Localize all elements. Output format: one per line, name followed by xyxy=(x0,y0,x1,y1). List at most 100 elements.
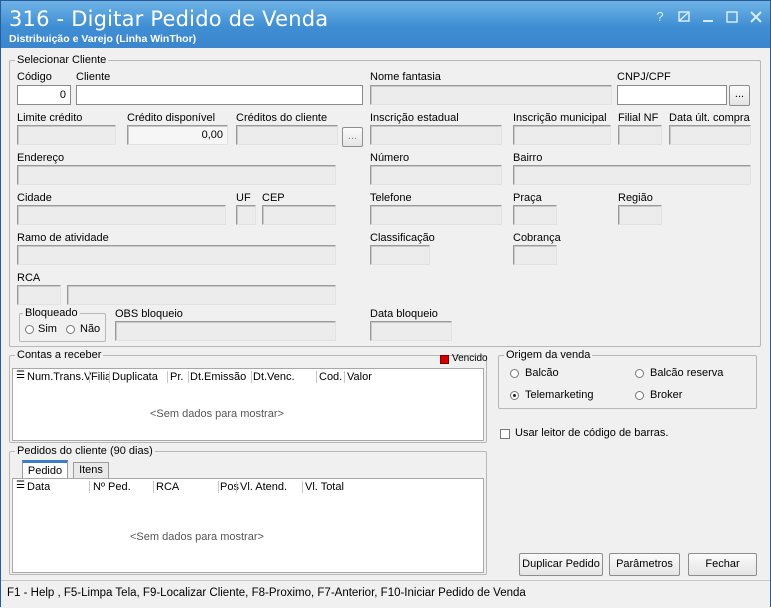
broker-radio[interactable] xyxy=(635,391,644,400)
grid-menu-icon[interactable]: ☰ xyxy=(16,480,25,491)
inscricao-estadual-label: Inscrição estadual xyxy=(370,112,459,124)
close-icon[interactable] xyxy=(748,9,764,25)
codigo-input[interactable]: 0 xyxy=(17,85,71,105)
telefone-label: Telefone xyxy=(370,192,412,204)
obs-bloqueio-label: OBS bloqueio xyxy=(115,308,183,320)
cnpj-label: CNPJ/CPF xyxy=(617,71,671,83)
creditos-cliente-field xyxy=(236,125,338,145)
regiao-field xyxy=(618,205,662,225)
cnpj-input[interactable] xyxy=(617,85,727,105)
status-bar: F1 - Help , F5-Limpa Tela, F9-Localizar … xyxy=(1,580,770,607)
col-num-ped[interactable]: Nº Ped. xyxy=(93,481,131,493)
parametros-button[interactable]: Parâmetros xyxy=(609,553,680,576)
col-vl-atend[interactable]: Vl. Atend. xyxy=(240,481,287,493)
rca-label: RCA xyxy=(17,272,41,284)
title-bar: 316 - Digitar Pedido de Venda Distribuiç… xyxy=(1,1,770,48)
fechar-button[interactable]: Fechar xyxy=(688,553,757,576)
cobranca-label: Cobrança xyxy=(513,232,561,244)
ramo-atividade-field xyxy=(17,245,336,265)
contas-grid-header: ☰ Num.Trans.V Filia Duplicata Pr. Dt.Emi… xyxy=(13,369,483,386)
window-controls: ? xyxy=(652,9,764,25)
balcao-reserva-radio[interactable] xyxy=(635,369,644,378)
cliente-input[interactable] xyxy=(76,85,363,105)
classificacao-field xyxy=(370,245,430,265)
obs-bloqueio-field xyxy=(115,321,336,341)
uf-label: UF xyxy=(236,192,251,204)
cidade-label: Cidade xyxy=(17,192,52,204)
data-bloqueio-field xyxy=(370,321,452,341)
creditos-cliente-button[interactable]: ... xyxy=(342,127,363,147)
window-subtitle: Distribuição e Varejo (Linha WinThor) xyxy=(9,33,197,45)
col-filial[interactable]: Filia xyxy=(91,371,109,383)
filial-nf-label: Filial NF xyxy=(618,112,659,124)
col-valor[interactable]: Valor xyxy=(347,371,372,383)
duplicar-pedido-button[interactable]: Duplicar Pedido xyxy=(519,553,603,576)
ramo-atividade-label: Ramo de atividade xyxy=(17,232,109,244)
bloqueado-group: Bloqueado Sim Não xyxy=(19,307,106,342)
tab-itens[interactable]: Itens xyxy=(73,462,109,478)
col-prest[interactable]: Pr. xyxy=(170,371,183,383)
data-ult-compra-label: Data últ. compra xyxy=(669,112,750,124)
regiao-label: Região xyxy=(618,192,653,204)
balcao-radio[interactable] xyxy=(510,369,519,378)
pedidos-cliente-legend: Pedidos do cliente (90 dias) xyxy=(15,445,155,457)
vencido-swatch xyxy=(440,355,449,364)
inscricao-municipal-field xyxy=(513,125,611,145)
bloqueado-legend: Bloqueado xyxy=(23,307,80,319)
col-dt-emissao[interactable]: Dt.Emissão xyxy=(190,371,246,383)
minimize-icon[interactable] xyxy=(700,9,716,25)
rca-code-field xyxy=(17,285,61,305)
cliente-label: Cliente xyxy=(76,71,111,83)
col-rca[interactable]: RCA xyxy=(156,481,179,493)
telemarketing-label: Telemarketing xyxy=(525,389,594,401)
col-num-trans[interactable]: Num.Trans.V xyxy=(27,371,91,383)
select-client-legend: Selecionar Cliente xyxy=(15,54,109,66)
nao-radio[interactable] xyxy=(66,325,75,334)
form-area: Selecionar Cliente Código 0 Cliente Nome… xyxy=(1,48,770,608)
cep-label: CEP xyxy=(262,192,285,204)
nao-label: Não xyxy=(80,323,101,335)
grid-menu-icon[interactable]: ☰ xyxy=(16,370,25,381)
restore-icon[interactable] xyxy=(676,9,692,25)
balcao-reserva-label: Balcão reserva xyxy=(650,367,724,379)
inscricao-estadual-field xyxy=(370,125,502,145)
window-title: 316 - Digitar Pedido de Venda xyxy=(9,7,329,31)
telemarketing-radio[interactable] xyxy=(510,391,519,400)
cep-field xyxy=(262,205,336,225)
cnpj-search-button[interactable]: ... xyxy=(729,85,750,106)
numero-label: Número xyxy=(370,152,410,164)
help-icon[interactable]: ? xyxy=(652,9,668,25)
endereco-field xyxy=(17,165,336,185)
rca-name-field xyxy=(67,285,336,305)
limite-credito-field xyxy=(17,125,116,145)
barcode-checkbox[interactable] xyxy=(500,429,510,439)
origem-venda-group: Origem da venda Balcão Balcão reserva Te… xyxy=(498,349,757,409)
telefone-field xyxy=(370,205,502,225)
sim-label: Sim xyxy=(38,323,57,335)
balcao-label: Balcão xyxy=(525,367,559,379)
uf-field xyxy=(236,205,256,225)
tab-pedido[interactable]: Pedido xyxy=(22,460,68,478)
numero-field xyxy=(370,165,502,185)
col-data[interactable]: Data xyxy=(27,481,50,493)
praca-field xyxy=(513,205,557,225)
pedidos-grid[interactable]: ☰ Data Nº Ped. RCA Pos Vl. Atend. Vl. To… xyxy=(12,478,484,573)
col-dt-venc[interactable]: Dt.Venc. xyxy=(253,371,295,383)
select-client-group: Selecionar Cliente Código 0 Cliente Nome… xyxy=(9,54,761,347)
inscricao-municipal-label: Inscrição municipal xyxy=(513,112,607,124)
data-ult-compra-field xyxy=(669,125,751,145)
maximize-icon[interactable] xyxy=(724,9,740,25)
contas-empty-message: <Sem dados para mostrar> xyxy=(150,408,284,420)
data-bloqueio-label: Data bloqueio xyxy=(370,308,438,320)
col-duplicata[interactable]: Duplicata xyxy=(112,371,158,383)
nome-fantasia-field xyxy=(370,85,612,105)
credito-disponivel-label: Crédito disponível xyxy=(127,112,216,124)
nome-fantasia-label: Nome fantasia xyxy=(370,71,441,83)
endereco-label: Endereço xyxy=(17,152,65,164)
pedidos-cliente-group: Pedidos do cliente (90 dias) Pedido Iten… xyxy=(9,445,487,575)
col-vl-total[interactable]: Vl. Total xyxy=(305,481,344,493)
praca-label: Praça xyxy=(513,192,542,204)
contas-receber-grid[interactable]: ☰ Num.Trans.V Filia Duplicata Pr. Dt.Emi… xyxy=(12,368,484,441)
col-cod[interactable]: Cod. xyxy=(319,371,342,383)
sim-radio[interactable] xyxy=(25,325,34,334)
